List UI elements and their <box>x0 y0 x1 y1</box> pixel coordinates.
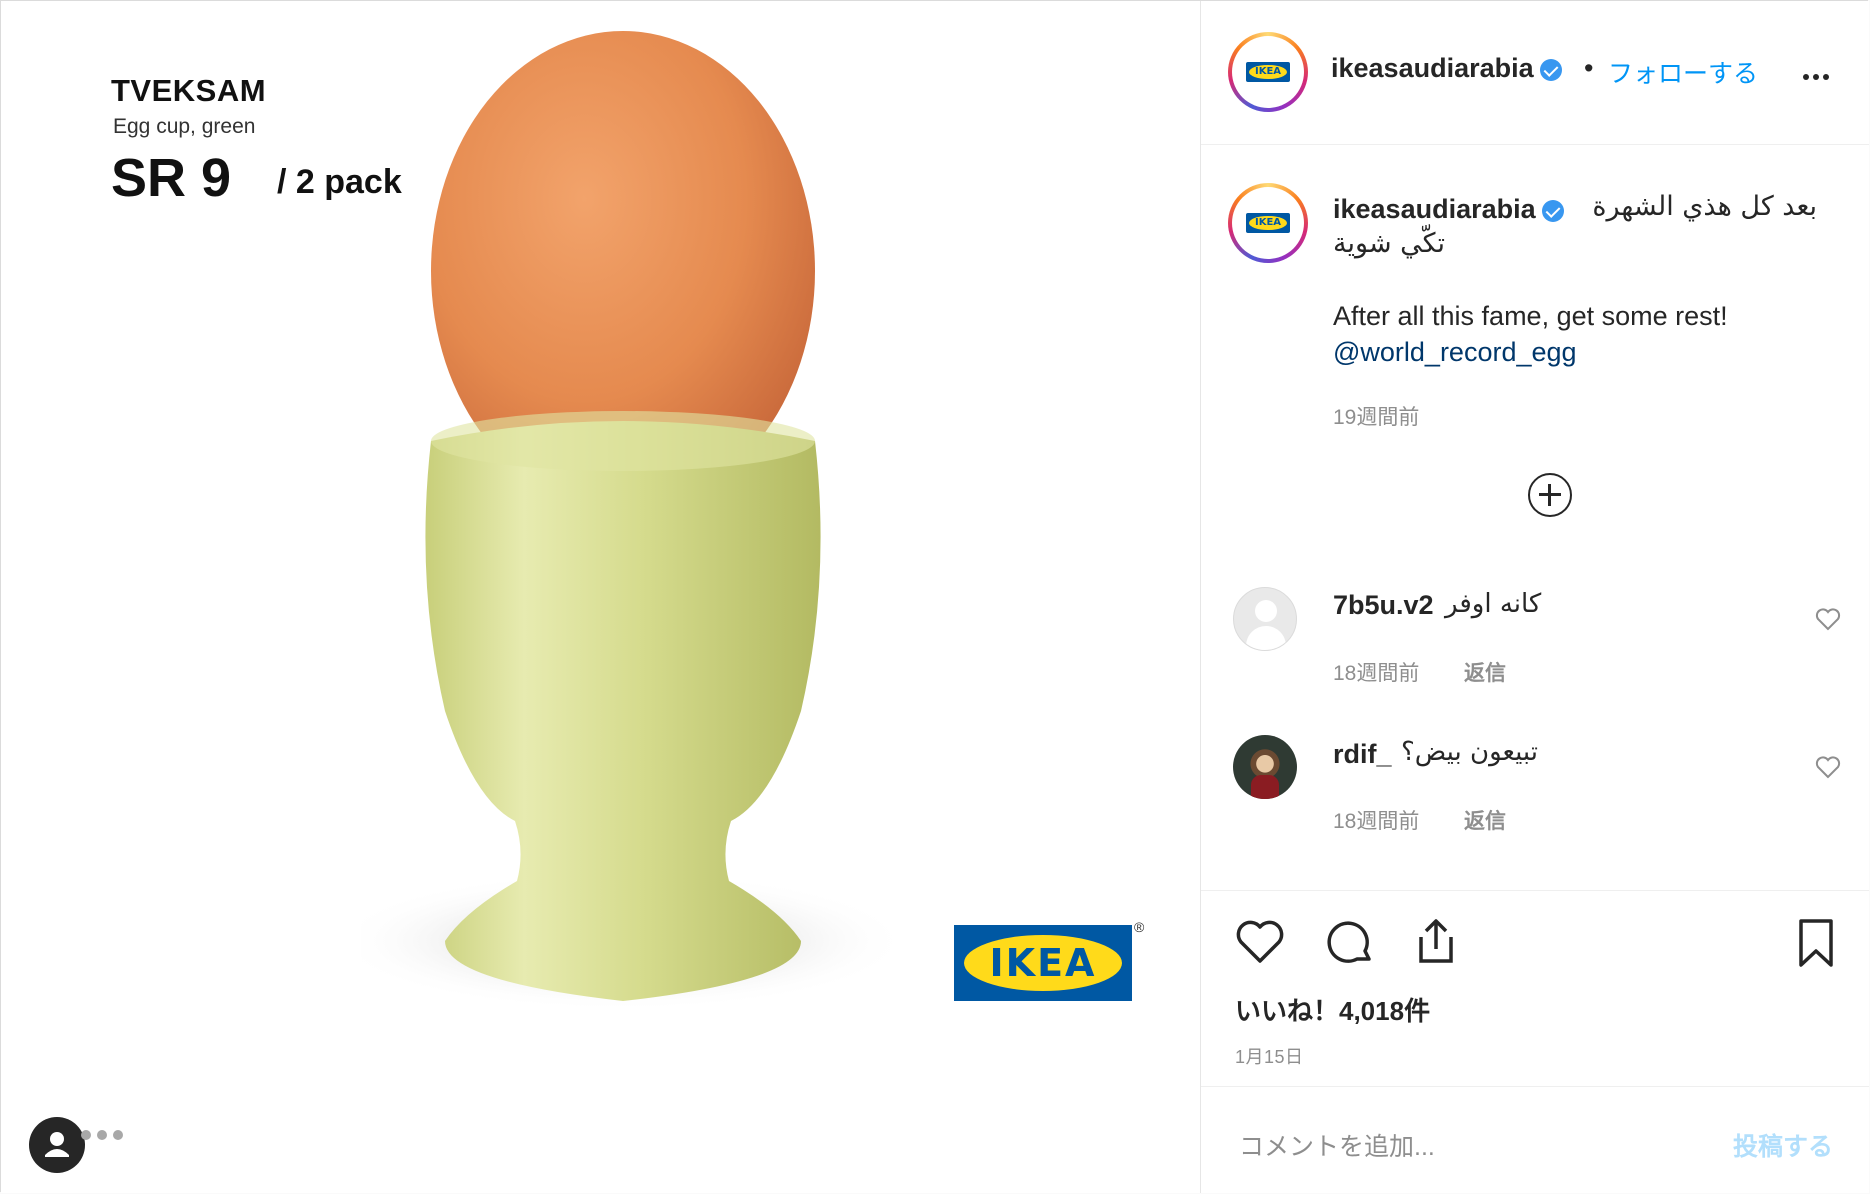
post-media[interactable]: TVEKSAM Egg cup, green SR 9 / 2 pack IKE… <box>1 1 1201 1193</box>
save-bookmark-icon[interactable] <box>1795 917 1837 969</box>
caption-username-row[interactable]: ikeasaudiarabia <box>1333 194 1564 225</box>
header-avatar[interactable]: IKEA <box>1228 32 1308 112</box>
comment-avatar[interactable] <box>1233 587 1297 651</box>
comment-username[interactable]: rdif_ <box>1333 739 1392 770</box>
product-name: TVEKSAM <box>111 73 267 108</box>
caption-mention-link[interactable]: @world_record_egg <box>1333 337 1577 368</box>
comment-timestamp[interactable]: 18週間前 <box>1333 657 1419 687</box>
comment-avatar[interactable] <box>1233 735 1297 799</box>
post-date[interactable]: 1月15日 <box>1235 1043 1304 1069</box>
caption-username[interactable]: ikeasaudiarabia <box>1333 194 1536 224</box>
add-comment-input[interactable]: コメントを追加... <box>1239 1127 1435 1163</box>
post-comment-button[interactable]: 投稿する <box>1733 1127 1833 1163</box>
comment-timestamp[interactable]: 18週間前 <box>1333 805 1419 835</box>
tagged-user-button[interactable] <box>29 1117 85 1173</box>
comment-text: تبيعون بيض؟ <box>1401 737 1538 767</box>
product-price: SR 9 <box>111 148 232 208</box>
header-username[interactable]: ikeasaudiarabia <box>1331 53 1534 83</box>
comment-like-heart-icon[interactable] <box>1815 607 1841 631</box>
user-icon <box>45 1132 69 1157</box>
load-more-comments-icon[interactable] <box>1528 473 1572 517</box>
header-username-row[interactable]: ikeasaudiarabia <box>1331 53 1562 84</box>
comment-text: كانه اوفر <box>1445 589 1542 619</box>
share-icon[interactable] <box>1411 915 1461 967</box>
verified-badge-icon <box>1539 58 1562 81</box>
registered-mark: ® <box>1134 919 1145 935</box>
egg-cup <box>425 421 821 1001</box>
carousel-dots <box>81 1127 129 1145</box>
comment-reply-button[interactable]: 返信 <box>1464 657 1506 687</box>
follow-button[interactable]: フォローする <box>1608 54 1758 90</box>
caption-english: After all this fame, get some rest! <box>1333 301 1728 331</box>
separator-dot: • <box>1584 53 1594 83</box>
egg-cup-photo <box>361 31 911 1011</box>
comment-bubble-icon[interactable] <box>1325 919 1375 967</box>
more-options-icon[interactable] <box>1803 67 1833 85</box>
caption-timestamp[interactable]: 19週間前 <box>1333 401 1419 431</box>
likes-count[interactable]: いいね！4,018件 <box>1235 991 1430 1028</box>
post-side-panel: IKEA ikeasaudiarabia • フォローする IKEA ikeas… <box>1201 1 1869 1193</box>
product-subtitle: Egg cup, green <box>113 115 256 138</box>
like-heart-icon[interactable] <box>1235 919 1285 965</box>
caption-arabic-line1: بعد كل هذي الشهرة <box>1592 191 1817 222</box>
comment-reply-button[interactable]: 返信 <box>1464 805 1506 835</box>
comment-like-heart-icon[interactable] <box>1815 755 1841 779</box>
caption-avatar[interactable]: IKEA <box>1228 183 1308 263</box>
post-container: TVEKSAM Egg cup, green SR 9 / 2 pack IKE… <box>0 0 1869 1193</box>
caption-arabic-line2: تكّي شوية <box>1333 228 1446 259</box>
comment-username[interactable]: 7b5u.v2 <box>1333 590 1434 621</box>
verified-badge-icon <box>1541 199 1564 222</box>
ikea-logo: IKEA <box>954 925 1132 1001</box>
